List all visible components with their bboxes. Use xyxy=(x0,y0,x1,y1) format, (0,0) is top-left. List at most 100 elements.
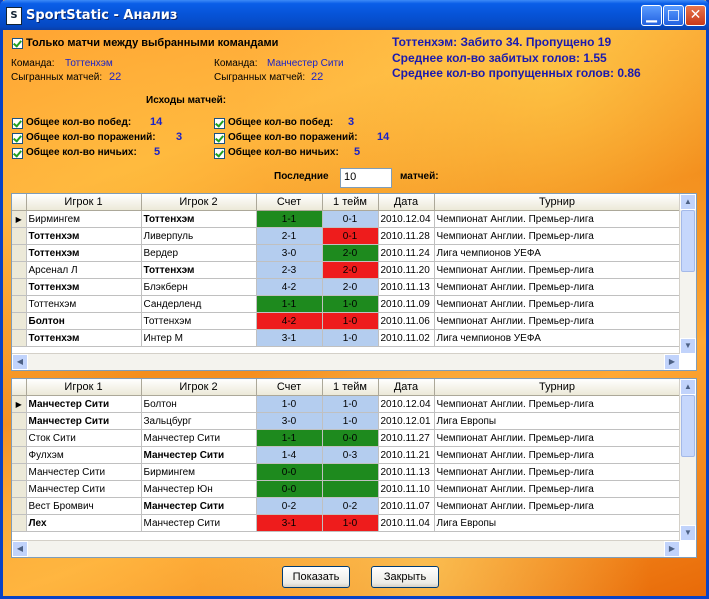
row-indicator-icon[interactable]: ▶ xyxy=(12,210,27,228)
team2-wins-label: Общее кол-во побед: xyxy=(228,117,334,128)
row-indicator[interactable] xyxy=(12,312,27,330)
table-row[interactable]: Вест Бромвич Манчестер Сити 0-2 0-2 2010.11.… xyxy=(12,497,681,515)
half-time-cell: 1-0 xyxy=(322,329,379,347)
team2-losses-checkbox[interactable] xyxy=(214,133,225,144)
player2-cell: Манчестер Сити xyxy=(141,497,257,515)
column-header[interactable]: Турнир xyxy=(434,379,681,396)
minimize-button[interactable]: ▁ xyxy=(641,5,662,26)
table-row[interactable]: Лех Манчестер Сити 3-1 1-0 2010.11.04 Лига Ев… xyxy=(12,514,681,532)
tournament-cell: Чемпионат Англии. Премьер-лига xyxy=(434,497,681,515)
title-bar[interactable]: S SportStatic - Анализ ▁ □ ✕ xyxy=(0,0,709,30)
maximize-icon: □ xyxy=(666,7,681,23)
half-time-cell xyxy=(322,463,379,481)
column-header[interactable]: Дата xyxy=(378,194,435,211)
row-indicator[interactable] xyxy=(12,480,27,498)
table-row[interactable]: Фулхэм Манчестер Сити 1-4 0-3 2010.11.21 Чемп… xyxy=(12,446,681,464)
column-header[interactable]: Дата xyxy=(378,379,435,396)
half-time-cell: 0-1 xyxy=(322,210,379,228)
grid2-vscroll[interactable]: ▲ ▼ xyxy=(679,379,696,541)
tournament-cell: Чемпионат Англии. Премьер-лига xyxy=(434,463,681,481)
row-indicator[interactable] xyxy=(12,227,27,245)
row-indicator[interactable] xyxy=(12,278,27,296)
row-indicator[interactable] xyxy=(12,412,27,430)
column-header[interactable]: 1 тейм xyxy=(322,194,379,211)
column-header[interactable]: 1 тейм xyxy=(322,379,379,396)
column-header[interactable]: Игрок 1 xyxy=(26,379,142,396)
date-cell: 2010.12.04 xyxy=(378,395,435,413)
grid2-hscroll[interactable]: ◀ ▶ xyxy=(12,540,680,557)
grid1-vscroll[interactable]: ▲ ▼ xyxy=(679,194,696,354)
table-row[interactable]: Болтон Тоттенхэм 4-2 1-0 2010.11.06 Чемпионат… xyxy=(12,312,681,330)
table-row[interactable]: Манчестер Сити Манчестер Юн 0-0 2010.11.10 Ч… xyxy=(12,480,681,498)
player1-cell: Бирмингем xyxy=(26,210,142,228)
column-header[interactable]: Счет xyxy=(256,379,323,396)
grid2-scroll-right[interactable]: ▶ xyxy=(664,541,680,557)
close-window-button[interactable]: ✕ xyxy=(685,5,706,26)
minimize-icon: ▁ xyxy=(646,7,657,23)
show-button[interactable]: Показать xyxy=(282,566,350,588)
grid1-vscroll-thumb[interactable] xyxy=(681,210,695,272)
team1-losses-checkbox[interactable] xyxy=(12,133,23,144)
row-indicator[interactable] xyxy=(12,497,27,515)
column-header[interactable]: Турнир xyxy=(434,194,681,211)
row-indicator[interactable] xyxy=(12,463,27,481)
player2-cell: Блэкберн xyxy=(141,278,257,296)
column-header[interactable]: Игрок 1 xyxy=(26,194,142,211)
close-button[interactable]: Закрыть xyxy=(371,566,439,588)
row-indicator[interactable] xyxy=(12,244,27,262)
team1-draws-checkbox[interactable] xyxy=(12,148,23,159)
team1-name: Тоттенхэм xyxy=(65,58,113,69)
table-row[interactable]: Тоттенхэм Сандерленд 1-1 1-0 2010.11.09 Чемпи… xyxy=(12,295,681,313)
score-cell: 1-1 xyxy=(256,429,323,447)
table-row[interactable]: ▶ Бирмингем Тоттенхэм 1-1 0-1 2010.12.04 Чемпи… xyxy=(12,210,681,228)
player1-cell: Тоттенхэм xyxy=(26,295,142,313)
grid1-hscroll[interactable]: ◀ ▶ xyxy=(12,353,680,370)
table-row[interactable]: Манчестер Сити Бирмингем 0-0 2010.11.13 Чемп… xyxy=(12,463,681,481)
maximize-button[interactable]: □ xyxy=(663,5,684,26)
team2-draws-checkbox[interactable] xyxy=(214,148,225,159)
row-indicator[interactable] xyxy=(12,329,27,347)
column-header[interactable]: Счет xyxy=(256,194,323,211)
team2-losses-label: Общее кол-во поражений: xyxy=(228,132,358,143)
only-between-checkbox[interactable] xyxy=(12,38,23,49)
half-time-cell: 2-0 xyxy=(322,278,379,296)
column-header[interactable]: Игрок 2 xyxy=(141,379,257,396)
grid1-scroll-left[interactable]: ◀ xyxy=(12,354,28,370)
row-indicator[interactable] xyxy=(12,295,27,313)
grid2-vscroll-thumb[interactable] xyxy=(681,395,695,457)
team2-wins-checkbox[interactable] xyxy=(214,118,225,129)
table-row[interactable]: Тоттенхэм Интер М 3-1 1-0 2010.11.02 Лига чем… xyxy=(12,329,681,347)
score-cell: 3-1 xyxy=(256,514,323,532)
tournament-cell: Лига чемпионов УЕФА xyxy=(434,329,681,347)
score-cell: 2-3 xyxy=(256,261,323,279)
grid1-scroll-right[interactable]: ▶ xyxy=(664,354,680,370)
player2-cell: Тоттенхэм xyxy=(141,210,257,228)
table-row[interactable]: Тоттенхэм Вердер 3-0 2-0 2010.11.24 Лига чемп… xyxy=(12,244,681,262)
last-count-input[interactable]: 10 xyxy=(340,168,392,188)
stats-avg-conceded: Среднее кол-во пропущенных голов: 0.86 xyxy=(392,66,641,80)
row-indicator[interactable] xyxy=(12,261,27,279)
row-indicator-icon[interactable]: ▶ xyxy=(12,395,27,413)
row-indicator[interactable] xyxy=(12,514,27,532)
half-time-cell: 2-0 xyxy=(322,244,379,262)
table-row[interactable]: Арсенал Л Тоттенхэм 2-3 2-0 2010.11.20 Чемпио… xyxy=(12,261,681,279)
table-row[interactable]: ▶ Манчестер Сити Болтон 1-0 1-0 2010.12.04 Чем… xyxy=(12,395,681,413)
grid2-scroll-down[interactable]: ▼ xyxy=(680,525,696,541)
team2-played: 22 xyxy=(311,71,324,83)
grid2-scroll-left[interactable]: ◀ xyxy=(12,541,28,557)
table-row[interactable]: Манчестер Сити Зальцбург 3-0 1-0 2010.12.01 Л… xyxy=(12,412,681,430)
column-header[interactable]: Игрок 2 xyxy=(141,194,257,211)
grid2-scroll-up[interactable]: ▲ xyxy=(680,379,696,395)
score-cell: 3-1 xyxy=(256,329,323,347)
row-indicator[interactable] xyxy=(12,446,27,464)
team1-losses: 3 xyxy=(176,131,183,143)
row-indicator[interactable] xyxy=(12,429,27,447)
table-row[interactable]: Тоттенхэм Ливерпуль 2-1 0-1 2010.11.28 Чемпио… xyxy=(12,227,681,245)
table-row[interactable]: Сток Сити Манчестер Сити 1-1 0-0 2010.11.27 Ч… xyxy=(12,429,681,447)
grid1-scroll-down[interactable]: ▼ xyxy=(680,338,696,354)
table-row[interactable]: Тоттенхэм Блэкберн 4-2 2-0 2010.11.13 Чемпион… xyxy=(12,278,681,296)
team1-wins: 14 xyxy=(150,116,163,128)
team1-wins-checkbox[interactable] xyxy=(12,118,23,129)
grid1-scroll-up[interactable]: ▲ xyxy=(680,194,696,210)
team1-matches-table: Игрок 1 Игрок 2 Счет 1 тейм Дата Турнир ▶ Бирми… xyxy=(12,194,681,347)
